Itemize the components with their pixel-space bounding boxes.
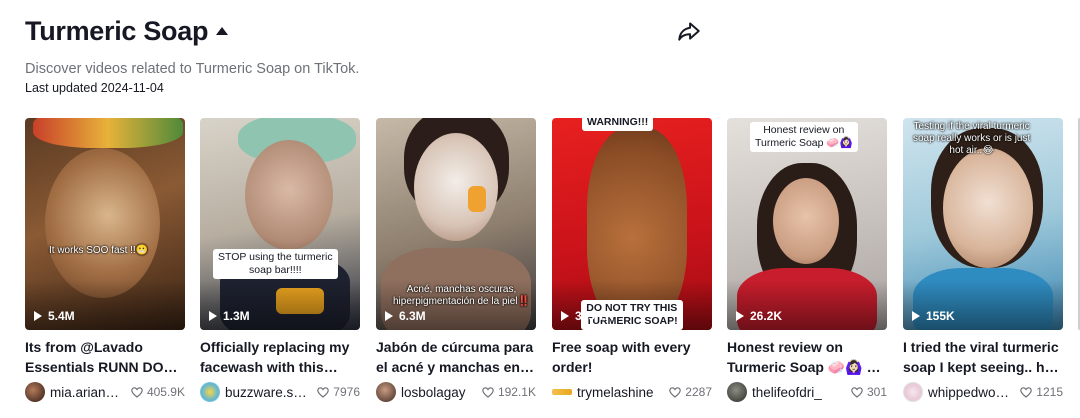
like-count: 7976 — [317, 385, 360, 399]
heart-icon — [482, 386, 494, 398]
play-count-value: 349.7K — [575, 309, 614, 323]
username[interactable]: thelifeofdri_ — [752, 385, 851, 400]
play-count-value: 26.2K — [750, 309, 783, 323]
video-meta: thelifeofdri_ 301 — [727, 381, 887, 403]
video-caption[interactable]: Honest review on Turmeric Soap 🧼🙆🏻‍♀️ S… — [727, 337, 887, 377]
avatar[interactable] — [25, 382, 45, 402]
caption-line-1: Officially replacing my — [200, 339, 350, 355]
like-count: 1215 — [1020, 385, 1063, 399]
like-count-value: 405.9K — [146, 385, 185, 399]
play-icon — [912, 311, 920, 321]
play-icon — [209, 311, 217, 321]
video-caption[interactable]: Jabón de cúrcuma para el acné y manchas … — [376, 337, 536, 377]
caption-line-2: Turmeric Soap 🧼🙆🏻‍♀️ S… — [727, 359, 887, 375]
avatar[interactable] — [376, 382, 396, 402]
video-overlay-text: It works SOO fast !!😬 — [49, 245, 149, 256]
like-count: 2287 — [669, 385, 712, 399]
video-card[interactable]: WARNING!!! DO NOT TRY THIS TURMERIC SOAP!… — [552, 118, 712, 418]
username[interactable]: trymelashine — [577, 385, 669, 400]
share-arrow-icon — [678, 22, 700, 41]
video-caption[interactable]: I tried the viral turmeric soap I kept s… — [903, 337, 1063, 377]
like-count: 192.1K — [482, 385, 536, 399]
play-count: 349.7K — [561, 309, 614, 323]
play-count: 1.3M — [209, 309, 250, 323]
heart-icon — [851, 386, 863, 398]
caption-line-2: facewash with this… — [200, 359, 338, 375]
video-meta: losbolagay 192.1K — [376, 381, 536, 403]
page-title: Turmeric Soap — [25, 16, 209, 46]
video-card[interactable]: Honest review on Turmeric Soap 🧼🙆🏻‍♀️ 26.… — [727, 118, 887, 418]
play-count-value: 1.3M — [223, 309, 250, 323]
video-card[interactable]: Acné, manchas oscuras, hiperpigmentación … — [376, 118, 536, 418]
video-overlay-text: STOP using the turmeric soap bar!!!! — [213, 249, 338, 279]
page-header: Turmeric Soap — [25, 14, 725, 54]
play-count: 6.3M — [385, 309, 426, 323]
caption-line-1: Jabón de cúrcuma para — [376, 339, 534, 355]
play-count: 5.4M — [34, 309, 75, 323]
heart-icon — [1020, 386, 1033, 398]
caption-line-1: Honest review on — [727, 339, 843, 355]
video-meta: mia.arian… 405.9K — [25, 381, 185, 403]
like-count: 301 — [851, 385, 887, 399]
play-count: 155K — [912, 309, 955, 323]
caption-line-1: I tried the viral turmeric — [903, 339, 1059, 355]
play-count-value: 6.3M — [399, 309, 426, 323]
video-thumbnail[interactable]: STOP using the turmeric soap bar!!!! 1.3M — [200, 118, 360, 330]
video-thumbnail[interactable]: WARNING!!! DO NOT TRY THIS TURMERIC SOAP!… — [552, 118, 712, 330]
heart-icon — [669, 386, 682, 398]
video-caption[interactable]: Its from @Lavado Essentials RUNN DON… — [25, 337, 185, 377]
video-card[interactable]: STOP using the turmeric soap bar!!!! 1.3M… — [200, 118, 360, 418]
video-overlay-text: Testing if the viral turmeric soap really… — [913, 121, 1031, 156]
play-icon — [736, 311, 744, 321]
like-count-value: 7976 — [333, 385, 360, 399]
video-meta: whippedwo… 1215 — [903, 381, 1063, 403]
video-caption[interactable]: Free soap with every order! — [552, 337, 712, 377]
video-overlay-text: Honest review on Turmeric Soap 🧼🙆🏻‍♀️ — [750, 122, 858, 152]
caption-line-2: Essentials RUNN DON… — [25, 359, 185, 375]
avatar[interactable] — [903, 382, 923, 402]
video-grid: It works SOO fast !!😬 5.4M Its from @Lav… — [25, 118, 1080, 418]
caret-up-icon[interactable] — [216, 27, 228, 35]
play-count: 26.2K — [736, 309, 782, 323]
video-thumbnail[interactable]: Honest review on Turmeric Soap 🧼🙆🏻‍♀️ 26.… — [727, 118, 887, 330]
video-overlay-top-text: WARNING!!! — [582, 118, 654, 131]
caption-line-2: el acné y manchas en l… — [376, 359, 536, 375]
video-meta: buzzware.s… 7976 — [200, 381, 360, 403]
video-meta: trymelashine 2287 — [552, 381, 712, 403]
caption-line-2: soap I kept seeing.. he… — [903, 359, 1063, 375]
username[interactable]: buzzware.s… — [225, 385, 317, 400]
play-icon — [561, 311, 569, 321]
video-overlay-text: Acné, manchas oscuras, hiperpigmentación … — [393, 284, 530, 307]
share-button[interactable] — [676, 18, 702, 44]
play-count-value: 5.4M — [48, 309, 75, 323]
play-icon — [34, 311, 42, 321]
play-count-value: 155K — [926, 309, 955, 323]
username[interactable]: whippedwo… — [928, 385, 1020, 400]
like-count-value: 2287 — [685, 385, 712, 399]
video-card[interactable]: Testing if the viral turmeric soap really… — [903, 118, 1063, 418]
heart-icon — [131, 386, 143, 398]
video-thumbnail[interactable]: Testing if the viral turmeric soap really… — [903, 118, 1063, 330]
video-thumbnail[interactable]: Acné, manchas oscuras, hiperpigmentación … — [376, 118, 536, 330]
username[interactable]: mia.arian… — [50, 385, 131, 400]
last-updated: Last updated 2024-11-04 — [25, 81, 164, 95]
like-count: 405.9K — [131, 385, 185, 399]
caption-line-2: order! — [552, 359, 593, 375]
avatar[interactable] — [552, 389, 572, 395]
username[interactable]: losbolagay — [401, 385, 482, 400]
video-card[interactable]: It works SOO fast !!😬 5.4M Its from @Lav… — [25, 118, 185, 418]
avatar[interactable] — [200, 382, 220, 402]
like-count-value: 1215 — [1036, 385, 1063, 399]
like-count-value: 301 — [866, 385, 887, 399]
avatar[interactable] — [727, 382, 747, 402]
video-thumbnail[interactable]: It works SOO fast !!😬 5.4M — [25, 118, 185, 330]
caption-line-1: Its from @Lavado — [25, 339, 143, 355]
caption-line-1: Free soap with every — [552, 339, 691, 355]
like-count-value: 192.1K — [497, 385, 536, 399]
play-icon — [385, 311, 393, 321]
video-caption[interactable]: Officially replacing my facewash with th… — [200, 337, 360, 377]
heart-icon — [317, 386, 330, 398]
page-description: Discover videos related to Turmeric Soap… — [25, 61, 360, 77]
